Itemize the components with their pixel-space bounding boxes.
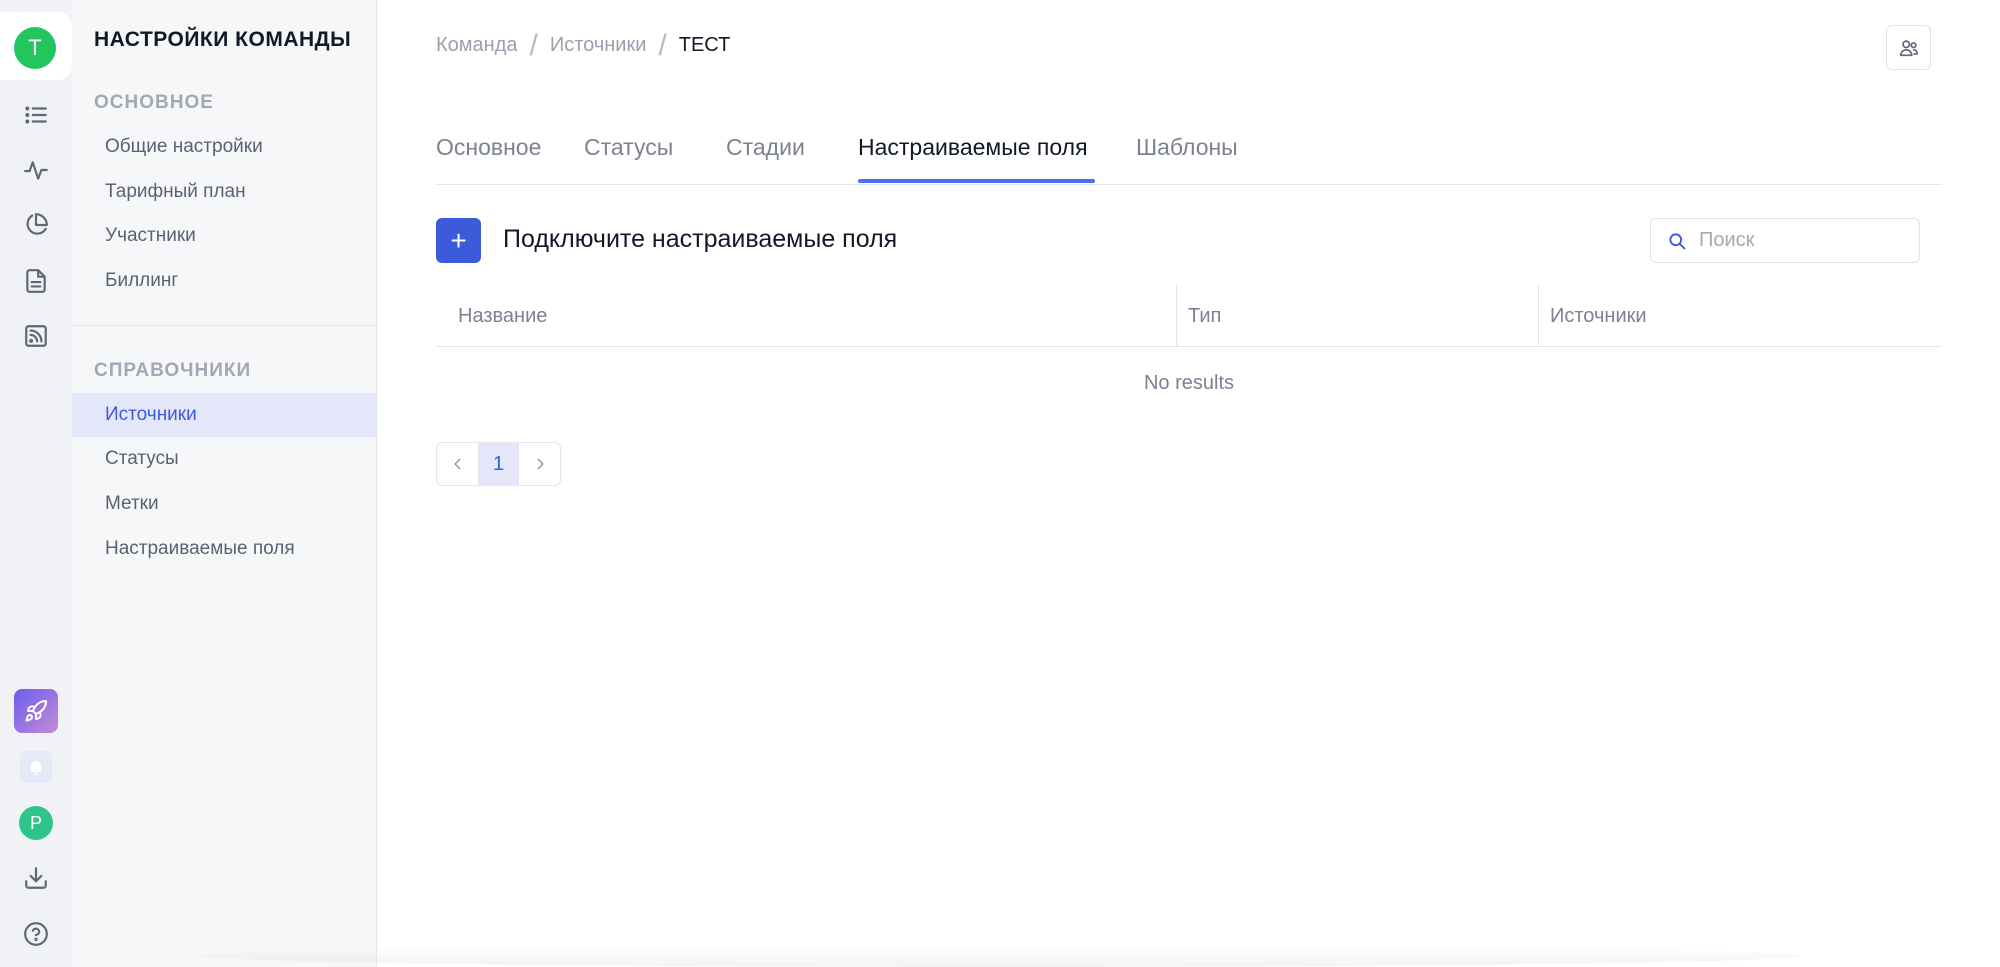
- pagination: 1: [436, 442, 561, 486]
- sidebar-item-tags[interactable]: Метки: [72, 482, 376, 526]
- column-separator: [1538, 285, 1539, 347]
- sidebar-item-tariff-plan[interactable]: Тарифный план: [72, 170, 376, 214]
- tabs: Основное Статусы Стадии Настраиваемые по…: [436, 130, 1942, 185]
- activity-icon[interactable]: [20, 154, 52, 186]
- list-icon[interactable]: [20, 99, 52, 131]
- sidebar-title: НАСТРОЙКИ КОМАНДЫ: [94, 28, 352, 51]
- tab-custom-fields[interactable]: Настраиваемые поля: [858, 134, 1088, 161]
- bell-icon[interactable]: [20, 751, 52, 783]
- tab-statuses[interactable]: Статусы: [584, 134, 673, 161]
- column-header-sources[interactable]: Источники: [1550, 285, 1647, 347]
- breadcrumb-current: ТЕСТ: [678, 34, 731, 56]
- users-icon: [1899, 39, 1918, 56]
- search-field[interactable]: [1650, 218, 1920, 263]
- page-number[interactable]: 1: [478, 443, 519, 485]
- column-header-name[interactable]: Название: [458, 285, 547, 347]
- sidebar-item-label: Биллинг: [105, 270, 179, 291]
- section-title-references: СПРАВОЧНИКИ: [94, 360, 252, 381]
- sidebar-item-label: Метки: [105, 493, 159, 514]
- main-content: Команда / Источники / ТЕСТ Основное Стат…: [378, 0, 2000, 967]
- help-icon[interactable]: [20, 918, 52, 950]
- breadcrumb-sources[interactable]: Источники: [550, 34, 647, 57]
- tab-stages[interactable]: Стадии: [726, 134, 805, 161]
- table-header: Название Тип Источники: [436, 285, 1942, 347]
- sidebar-item-custom-fields[interactable]: Настраиваемые поля: [72, 527, 376, 571]
- tab-templates[interactable]: Шаблоны: [1136, 134, 1238, 161]
- sidebar-item-label: Источники: [105, 404, 197, 425]
- breadcrumb-team[interactable]: Команда: [436, 34, 517, 57]
- custom-fields-table: Название Тип Источники No results: [436, 285, 1942, 394]
- pie-chart-icon[interactable]: [20, 209, 52, 241]
- document-icon[interactable]: [20, 265, 52, 297]
- team-avatar[interactable]: T: [14, 27, 56, 69]
- active-tab-indicator: [858, 179, 1095, 183]
- chevron-right-icon: [537, 458, 543, 470]
- breadcrumb-separator: /: [529, 28, 538, 62]
- sidebar-divider: [72, 325, 376, 326]
- sidebar-item-label: Статусы: [105, 448, 179, 469]
- download-icon[interactable]: [20, 862, 52, 894]
- sidebar-item-statuses[interactable]: Статусы: [72, 437, 376, 481]
- breadcrumb-separator: /: [658, 28, 667, 62]
- breadcrumb: Команда / Источники / ТЕСТ: [436, 28, 731, 62]
- sidebar-item-sources[interactable]: Источники: [72, 393, 376, 437]
- icon-rail: T P: [0, 0, 72, 967]
- team-members-button[interactable]: [1886, 25, 1931, 70]
- search-icon: [1669, 232, 1686, 249]
- chevron-left-icon: [454, 458, 460, 470]
- section-title-main: ОСНОВНОЕ: [94, 92, 214, 113]
- empty-state-text: No results: [1143, 372, 1235, 394]
- rocket-icon[interactable]: [14, 689, 58, 733]
- add-custom-field-button[interactable]: +: [436, 218, 481, 263]
- column-separator: [1176, 285, 1177, 347]
- section-heading: Подключите настраиваемые поля: [503, 225, 898, 253]
- sidebar-item-general-settings[interactable]: Общие настройки: [72, 125, 376, 169]
- sidebar-item-label: Общие настройки: [105, 136, 263, 157]
- sidebar-item-label: Настраиваемые поля: [105, 538, 295, 559]
- search-input[interactable]: [1699, 229, 1899, 252]
- prev-page-button[interactable]: [437, 443, 478, 485]
- tab-general[interactable]: Основное: [436, 134, 541, 161]
- bottom-shadow: [200, 945, 1800, 967]
- sidebar-item-label: Участники: [105, 225, 196, 246]
- sidebar-item-billing[interactable]: Биллинг: [72, 259, 376, 303]
- next-page-button[interactable]: [519, 443, 560, 485]
- sidebar-item-label: Тарифный план: [105, 181, 246, 202]
- column-header-type[interactable]: Тип: [1188, 285, 1221, 347]
- user-avatar[interactable]: P: [19, 806, 53, 840]
- rss-icon[interactable]: [20, 320, 52, 352]
- sidebar-item-members[interactable]: Участники: [72, 214, 376, 258]
- settings-sidebar: НАСТРОЙКИ КОМАНДЫ ОСНОВНОЕ Общие настрой…: [72, 0, 377, 967]
